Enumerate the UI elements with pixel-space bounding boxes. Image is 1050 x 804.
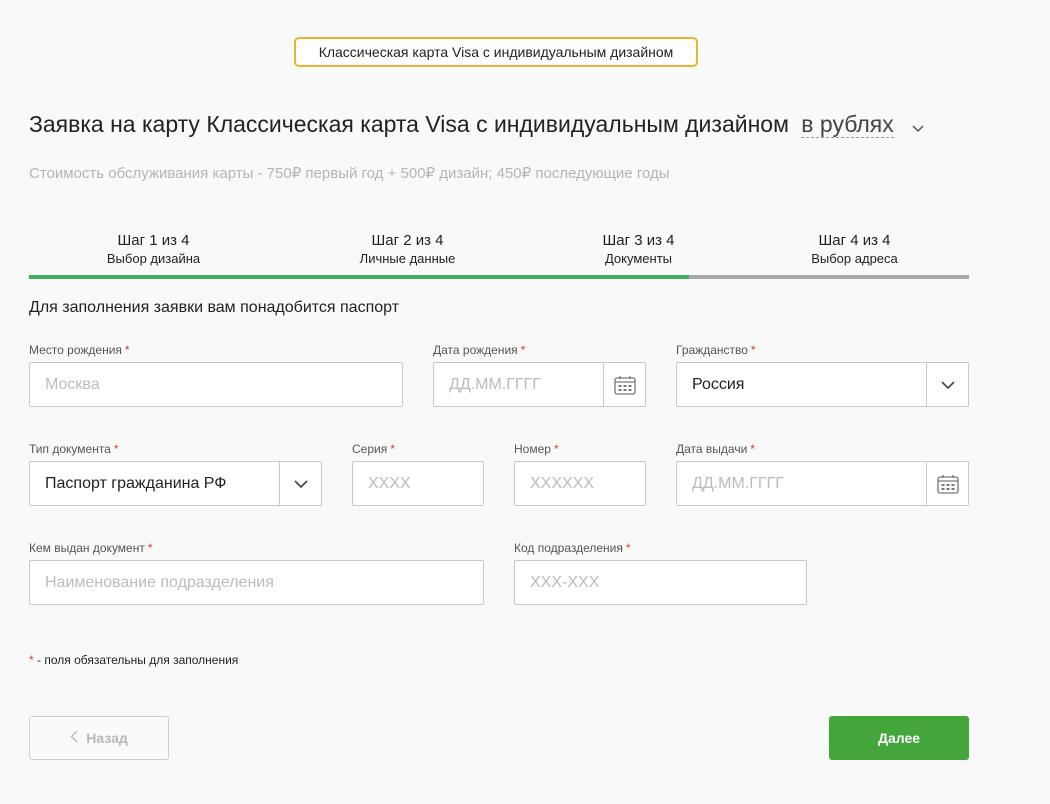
required-mark: * xyxy=(124,343,130,357)
step-subtitle: Документы xyxy=(604,251,672,266)
step-1: Шаг 1 из 4 Выбор дизайна xyxy=(36,232,271,267)
next-button-label: Далее xyxy=(877,730,921,746)
step-subtitle: Выбор дизайна xyxy=(106,251,201,266)
issued-by-placeholder: Наименование подразделения xyxy=(45,574,274,591)
label-text: Место рождения xyxy=(29,343,122,357)
series-input[interactable]: XXXX xyxy=(352,461,484,506)
birth-date-label: Дата рождения * xyxy=(433,343,525,357)
back-button-label: Назад xyxy=(86,730,128,746)
division-code-input[interactable]: XXX-XXX xyxy=(514,560,807,605)
label-text: Гражданство xyxy=(676,343,748,357)
birth-date-placeholder: ДД.ММ.ГГГГ xyxy=(449,376,541,393)
issue-date-input[interactable]: ДД.ММ.ГГГГ xyxy=(676,461,969,506)
series-label: Серия * xyxy=(352,442,395,456)
step-title: Шаг 2 из 4 xyxy=(371,232,444,249)
currency-value: в рублях xyxy=(801,111,894,137)
product-badge: Классическая карта Visa с индивидуальным… xyxy=(294,37,698,67)
series-placeholder: XXXX xyxy=(368,475,411,492)
chevron-left-icon xyxy=(70,730,78,746)
number-label: Номер * xyxy=(514,442,559,456)
page-title-text: Заявка на карту Классическая карта Visa … xyxy=(29,111,789,137)
step-2: Шаг 2 из 4 Личные данные xyxy=(290,232,525,267)
issue-date-label: Дата выдачи * xyxy=(676,442,755,456)
label-text: Кем выдан документ xyxy=(29,541,145,555)
chevron-down-icon[interactable] xyxy=(279,462,321,505)
division-code-label: Код подразделения * xyxy=(514,541,631,555)
calendar-icon[interactable] xyxy=(603,363,645,406)
required-mark: * xyxy=(390,442,395,456)
step-subtitle: Выбор адреса xyxy=(811,251,898,266)
chevron-down-icon[interactable] xyxy=(912,112,924,139)
required-mark: * xyxy=(553,442,559,456)
label-text: Дата выдачи xyxy=(676,442,748,456)
step-subtitle: Личные данные xyxy=(359,251,456,266)
label-text: Код подразделения xyxy=(514,541,623,555)
calendar-icon[interactable] xyxy=(926,462,968,505)
next-button[interactable]: Далее xyxy=(829,716,969,760)
issued-by-input[interactable]: Наименование подразделения xyxy=(29,560,484,605)
required-mark: * xyxy=(147,541,153,555)
chevron-down-icon[interactable] xyxy=(926,363,968,406)
number-input[interactable]: XXXXXX xyxy=(514,461,646,506)
progress-fill xyxy=(29,275,689,279)
citizenship-select[interactable]: Россия xyxy=(676,362,969,407)
birth-place-input[interactable]: Москва xyxy=(29,362,403,407)
step-4: Шаг 4 из 4 Выбор адреса xyxy=(737,232,972,267)
required-mark: * xyxy=(520,343,526,357)
step-3: Шаг 3 из 4 Документы xyxy=(521,232,756,267)
required-mark: * xyxy=(750,343,756,357)
currency-select[interactable]: в рублях xyxy=(801,111,894,138)
service-cost: Стоимость обслуживания карты - 750₽ перв… xyxy=(29,165,670,182)
citizenship-label: Гражданство * xyxy=(676,343,756,357)
step-title: Шаг 1 из 4 xyxy=(117,232,190,249)
progress-track xyxy=(29,275,969,279)
page-title: Заявка на карту Классическая карта Visa … xyxy=(29,111,924,139)
back-button[interactable]: Назад xyxy=(29,716,169,760)
label-text: Тип документа xyxy=(29,442,111,456)
step-title: Шаг 4 из 4 xyxy=(818,232,891,249)
citizenship-value: Россия xyxy=(692,376,745,393)
required-mark: * xyxy=(625,541,631,555)
birth-place-placeholder: Москва xyxy=(45,376,100,393)
required-note: * - поля обязательны для заполнения xyxy=(29,653,238,667)
required-note-text: - поля обязательны для заполнения xyxy=(33,653,239,667)
number-placeholder: XXXXXX xyxy=(530,475,595,492)
issue-date-placeholder: ДД.ММ.ГГГГ xyxy=(692,475,784,492)
birth-date-input[interactable]: ДД.ММ.ГГГГ xyxy=(433,362,646,407)
required-mark: * xyxy=(750,442,755,456)
doc-type-select[interactable]: Паспорт гражданина РФ xyxy=(29,461,322,506)
label-text: Серия xyxy=(352,442,388,456)
birth-place-label: Место рождения * xyxy=(29,343,130,357)
doc-type-value: Паспорт гражданина РФ xyxy=(45,475,227,492)
passport-note: Для заполнения заявки вам понадобится па… xyxy=(29,299,400,316)
label-text: Дата рождения xyxy=(433,343,518,357)
issued-by-label: Кем выдан документ * xyxy=(29,541,153,555)
label-text: Номер xyxy=(514,442,551,456)
required-mark: * xyxy=(113,442,119,456)
step-indicator: Шаг 1 из 4 Выбор дизайна Шаг 2 из 4 Личн… xyxy=(29,232,969,280)
doc-type-label: Тип документа * xyxy=(29,442,119,456)
step-title: Шаг 3 из 4 xyxy=(602,232,675,249)
division-code-placeholder: XXX-XXX xyxy=(530,574,600,591)
